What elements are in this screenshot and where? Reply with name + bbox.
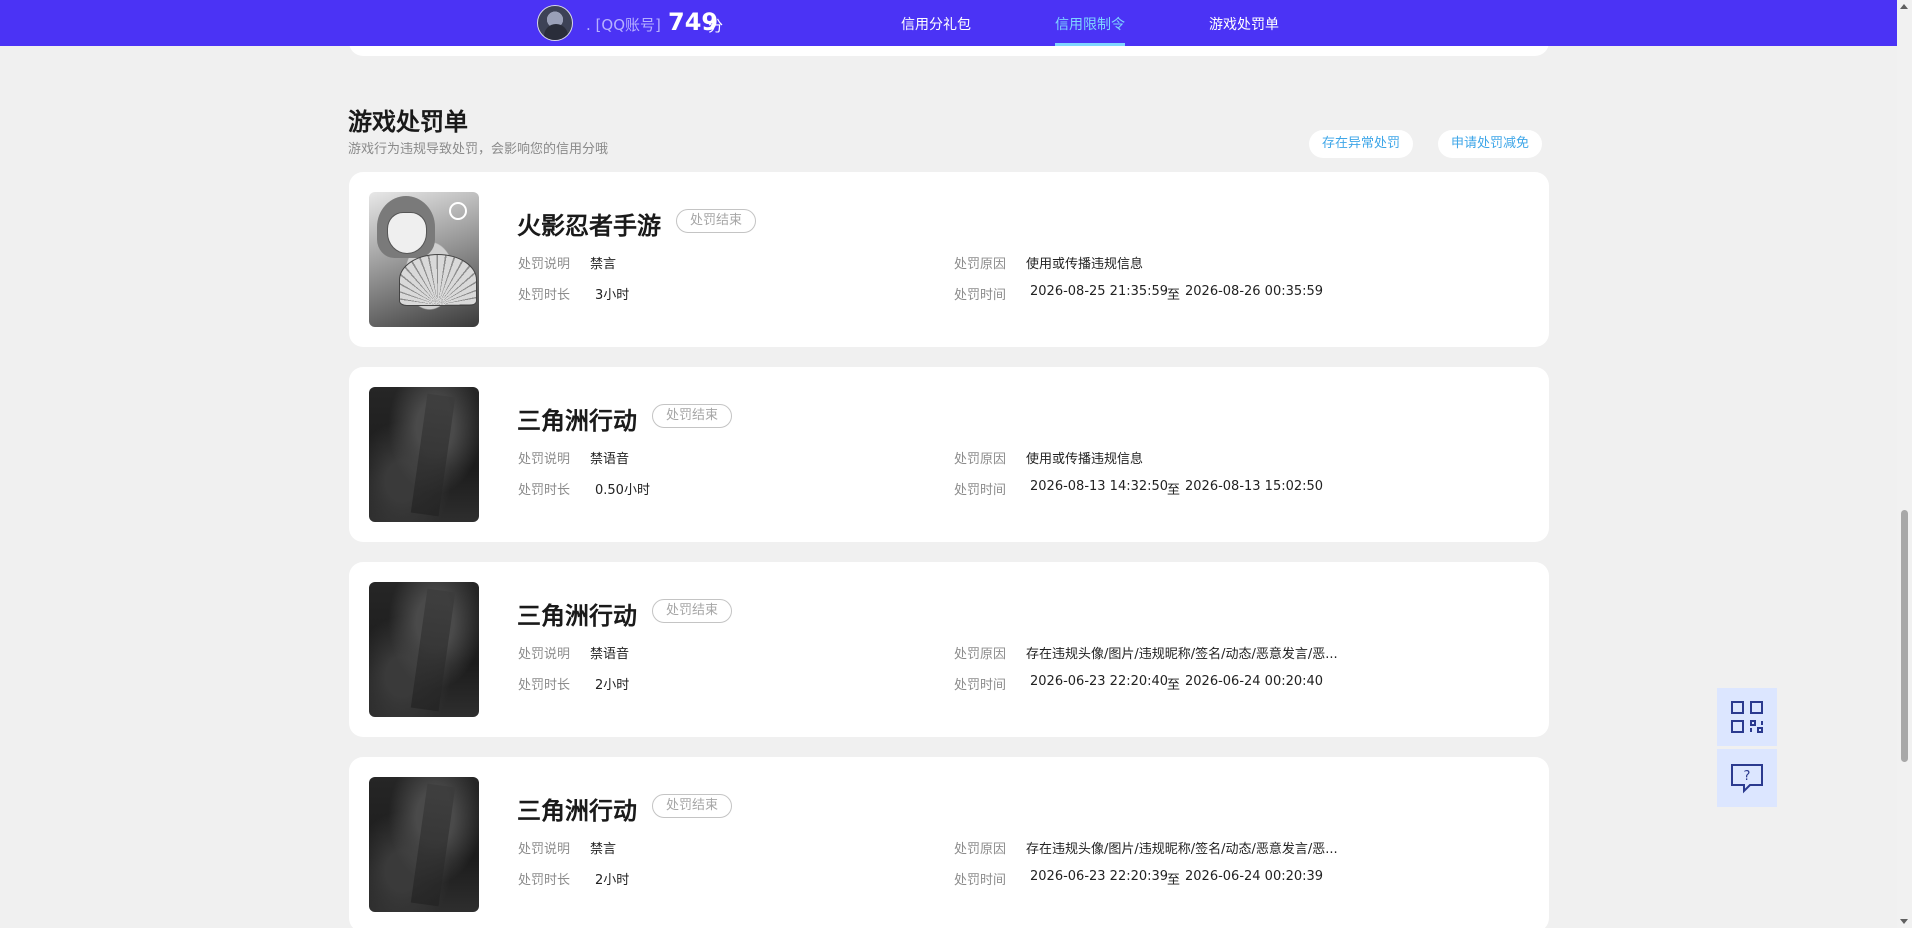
desc-value: 禁言: [590, 257, 617, 272]
desc-value: 禁言: [590, 842, 617, 857]
section-subtitle: 游戏行为违规导致处罚，会影响您的信用分哦: [348, 142, 609, 157]
penalty-card: 三角洲行动 处罚结束 处罚说明 禁语音 处罚时长 2小时 处罚原因 存在违规头像…: [349, 562, 1549, 737]
scrollbar-thumb[interactable]: [1901, 510, 1908, 762]
status-badge: 处罚结束: [652, 404, 733, 428]
reason-label: 处罚原因: [954, 842, 1007, 857]
duration-value: 0.50小时: [595, 483, 650, 498]
page-scrollbar[interactable]: [1897, 0, 1912, 928]
duration-label: 处罚时长: [518, 483, 571, 498]
game-cover-image: [369, 387, 479, 522]
game-cover-image: [369, 582, 479, 717]
status-badge: 处罚结束: [652, 794, 733, 818]
reason-label: 处罚原因: [954, 647, 1007, 662]
help-chat-button[interactable]: ?: [1717, 749, 1777, 807]
time-label: 处罚时间: [954, 483, 1007, 498]
time-start: 2026-06-23 22:20:40: [1030, 674, 1169, 689]
qr-code-icon: [1731, 701, 1763, 733]
reason-value: 存在违规头像/图片/违规昵称/签名/动态/恶意发言/恶...: [1026, 842, 1338, 857]
game-name: 三角洲行动: [517, 797, 637, 825]
status-badge: 处罚结束: [676, 209, 757, 233]
time-end: 2026-08-26 00:35:59: [1185, 284, 1324, 299]
duration-value: 2小时: [595, 678, 630, 693]
scroll-up-icon[interactable]: [1900, 4, 1908, 9]
time-to: 至: [1167, 873, 1181, 888]
duration-label: 处罚时长: [518, 873, 571, 888]
penalty-card: 火影忍者手游 处罚结束 处罚说明 禁言 处罚时长 3小时 处罚原因 使用或传播违…: [349, 172, 1549, 347]
time-label: 处罚时间: [954, 678, 1007, 693]
time-to: 至: [1167, 678, 1181, 693]
time-to: 至: [1167, 288, 1181, 303]
qr-code-button[interactable]: [1717, 688, 1777, 746]
reason-value: 使用或传播违规信息: [1026, 257, 1144, 272]
tab-credit-gift[interactable]: 信用分礼包: [901, 14, 971, 46]
time-start: 2026-06-23 22:20:39: [1030, 869, 1169, 884]
duration-value: 2小时: [595, 873, 630, 888]
desc-label: 处罚说明: [518, 257, 571, 272]
section-title: 游戏处罚单: [348, 108, 468, 136]
scroll-down-icon[interactable]: [1900, 919, 1908, 924]
duration-label: 处罚时长: [518, 288, 571, 303]
top-nav-bar: . [QQ账号] 749 分 信用分礼包 信用限制令 游戏处罚单: [0, 0, 1897, 46]
reason-value: 使用或传播违规信息: [1026, 452, 1144, 467]
time-end: 2026-06-24 00:20:40: [1185, 674, 1324, 689]
game-name: 火影忍者手游: [517, 212, 661, 240]
tab-credit-restriction[interactable]: 信用限制令: [1055, 14, 1125, 46]
desc-label: 处罚说明: [518, 452, 571, 467]
reason-value: 存在违规头像/图片/违规昵称/签名/动态/恶意发言/恶...: [1026, 647, 1338, 662]
tab-game-penalty[interactable]: 游戏处罚单: [1209, 14, 1279, 46]
desc-value: 禁语音: [590, 647, 630, 662]
status-badge: 处罚结束: [652, 599, 733, 623]
time-label: 处罚时间: [954, 873, 1007, 888]
account-label: . [QQ账号]: [586, 16, 661, 34]
duration-value: 3小时: [595, 288, 630, 303]
game-name: 三角洲行动: [517, 602, 637, 630]
svg-text:?: ?: [1744, 769, 1751, 784]
report-abnormal-penalty-button[interactable]: 存在异常处罚: [1309, 130, 1414, 158]
game-cover-image: [369, 777, 479, 912]
time-to: 至: [1167, 483, 1181, 498]
desc-value: 禁语音: [590, 452, 630, 467]
apply-penalty-reduction-button[interactable]: 申请处罚减免: [1438, 130, 1543, 158]
user-avatar[interactable]: [537, 5, 573, 41]
reason-label: 处罚原因: [954, 452, 1007, 467]
desc-label: 处罚说明: [518, 647, 571, 662]
credit-score-unit: 分: [708, 17, 724, 35]
desc-label: 处罚说明: [518, 842, 571, 857]
help-chat-icon: ?: [1731, 764, 1763, 794]
page: . [QQ账号] 749 分 信用分礼包 信用限制令 游戏处罚单 游戏处罚单 游…: [0, 0, 1912, 928]
game-cover-image: [369, 192, 479, 327]
time-end: 2026-08-13 15:02:50: [1185, 479, 1324, 494]
reason-label: 处罚原因: [954, 257, 1007, 272]
time-start: 2026-08-13 14:32:50: [1030, 479, 1169, 494]
duration-label: 处罚时长: [518, 678, 571, 693]
penalty-card: 三角洲行动 处罚结束 处罚说明 禁言 处罚时长 2小时 处罚原因 存在违规头像/…: [349, 757, 1549, 928]
time-end: 2026-06-24 00:20:39: [1185, 869, 1324, 884]
penalty-card: 三角洲行动 处罚结束 处罚说明 禁语音 处罚时长 0.50小时 处罚原因 使用或…: [349, 367, 1549, 542]
time-label: 处罚时间: [954, 288, 1007, 303]
time-start: 2026-08-25 21:35:59: [1030, 284, 1169, 299]
game-name: 三角洲行动: [517, 407, 637, 435]
